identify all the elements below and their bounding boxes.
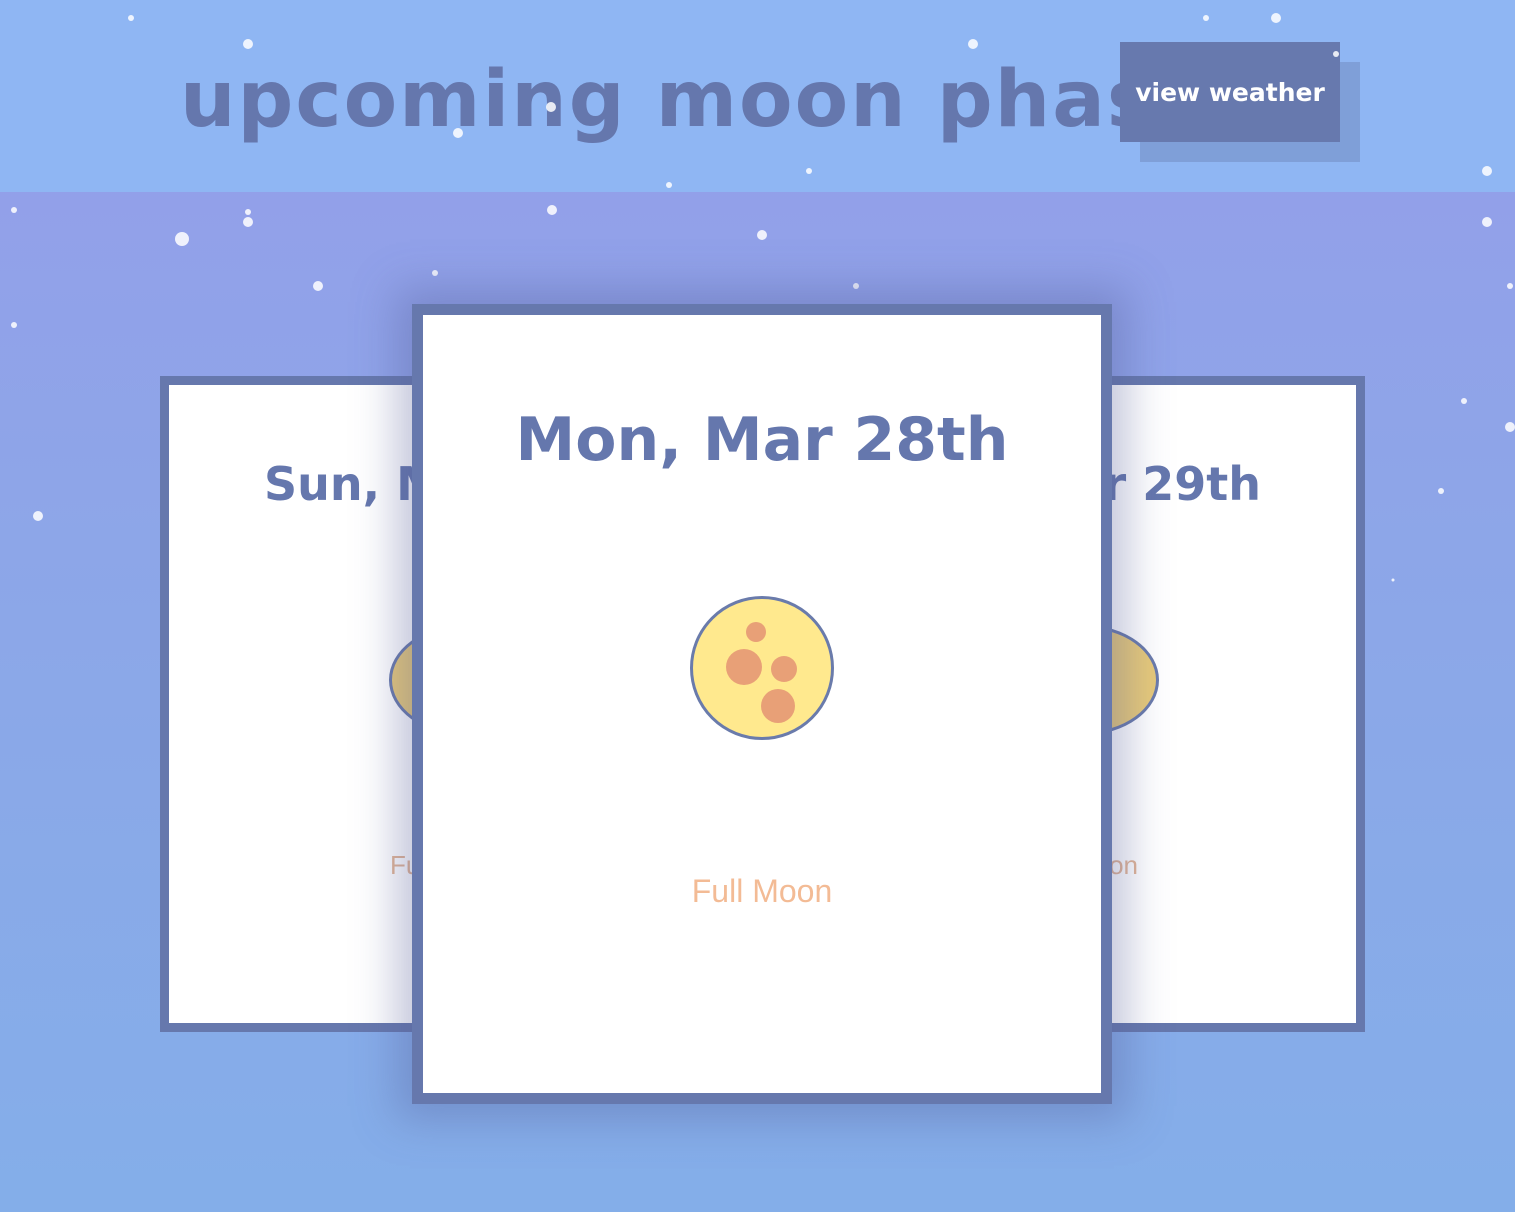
- moon-card-current[interactable]: Mon, Mar 28th Full Moon: [412, 304, 1112, 1104]
- header-bar: upcoming moon phases view weather: [0, 0, 1515, 192]
- moon-crater: [746, 622, 766, 642]
- view-weather-button-wrap: view weather: [1120, 42, 1360, 162]
- card-date: Mon, Mar 28th: [515, 405, 1009, 475]
- page-title: upcoming moon phases: [180, 55, 1259, 145]
- moon-crater: [726, 649, 762, 685]
- full-moon-icon: [690, 596, 834, 740]
- moon-crater: [761, 689, 795, 723]
- moon-crater: [771, 656, 797, 682]
- phase-label: Full Moon: [691, 873, 833, 909]
- view-weather-button[interactable]: view weather: [1120, 42, 1340, 142]
